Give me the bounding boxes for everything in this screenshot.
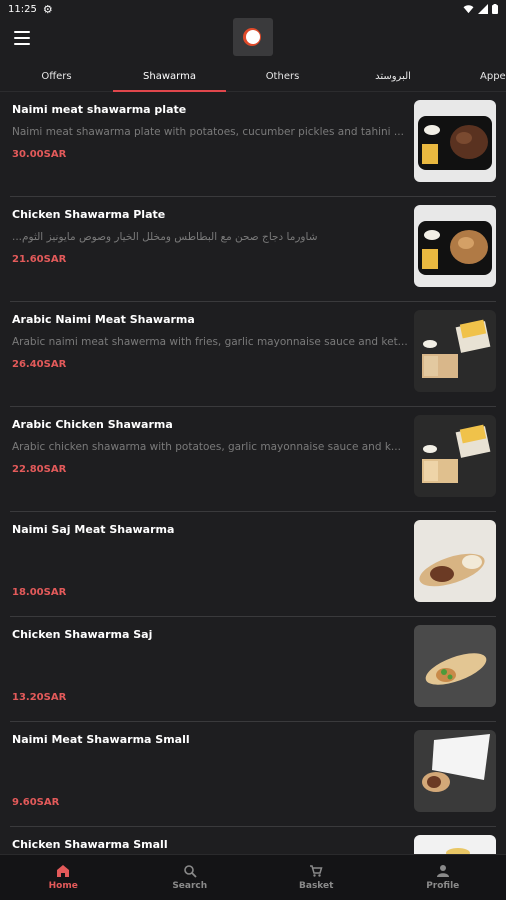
bottom-navigation: Home Search Basket Profile: [0, 854, 506, 900]
item-title: Chicken Shawarma Small: [12, 838, 168, 851]
item-description: Arabic naimi meat shawerma with fries, g…: [12, 336, 408, 348]
tab-broasted[interactable]: البروستد: [339, 60, 447, 92]
tab-shawarma[interactable]: Shawarma: [113, 60, 226, 92]
item-description: Naimi meat shawarma plate with potatoes,…: [12, 126, 404, 138]
item-image[interactable]: [414, 205, 496, 287]
item-title: Chicken Shawarma Plate: [12, 208, 166, 221]
item-price: 22.80SAR: [12, 464, 67, 475]
hamburger-menu-icon[interactable]: [14, 31, 30, 45]
item-title: Arabic Naimi Meat Shawarma: [12, 313, 195, 326]
app-bar: [0, 18, 506, 60]
status-time: 11:25: [8, 3, 37, 15]
nav-profile-label: Profile: [426, 881, 460, 891]
nav-basket[interactable]: Basket: [253, 855, 380, 900]
nav-search-label: Search: [172, 881, 208, 891]
restaurant-logo: [233, 18, 273, 56]
item-price: 26.40SAR: [12, 359, 67, 370]
item-image[interactable]: [414, 520, 496, 602]
nav-home-label: Home: [48, 881, 78, 891]
battery-icon: [492, 4, 498, 14]
menu-item[interactable]: Chicken Shawarma Saj 13.20SAR: [10, 617, 496, 722]
status-icons: [463, 4, 498, 14]
signal-icon: [478, 4, 488, 14]
wifi-icon: [463, 4, 474, 13]
item-image[interactable]: [414, 415, 496, 497]
item-title: Naimi Saj Meat Shawarma: [12, 523, 175, 536]
nav-profile[interactable]: Profile: [380, 855, 506, 900]
status-bar: 11:25 ⚙: [0, 0, 506, 18]
home-icon: [57, 865, 70, 877]
item-title: Naimi Meat Shawarma Small: [12, 733, 190, 746]
item-image[interactable]: [414, 730, 496, 812]
menu-item-list: Naimi meat shawarma plate Naimi meat sha…: [0, 92, 506, 854]
item-price: 30.00SAR: [12, 149, 67, 160]
item-title: Chicken Shawarma Saj: [12, 628, 153, 641]
nav-home[interactable]: Home: [0, 855, 127, 900]
item-image[interactable]: [414, 835, 496, 854]
item-price: 21.60SAR: [12, 254, 67, 265]
tab-others[interactable]: Others: [226, 60, 339, 92]
tab-offers[interactable]: Offers: [0, 60, 113, 92]
item-image[interactable]: [414, 625, 496, 707]
menu-item[interactable]: Chicken Shawarma Plate ...شاورما دجاج صح…: [10, 197, 496, 302]
menu-item[interactable]: Naimi Saj Meat Shawarma 18.00SAR: [10, 512, 496, 617]
item-title: Arabic Chicken Shawarma: [12, 418, 173, 431]
category-tabs: Offers Shawarma Others البروستد Appe: [0, 60, 506, 92]
item-image[interactable]: [414, 310, 496, 392]
search-icon: [183, 865, 197, 878]
item-price: 13.20SAR: [12, 692, 67, 703]
menu-item[interactable]: Naimi Meat Shawarma Small 9.60SAR: [10, 722, 496, 827]
menu-item[interactable]: Naimi meat shawarma plate Naimi meat sha…: [10, 92, 496, 197]
item-image[interactable]: [414, 100, 496, 182]
menu-item[interactable]: Arabic Chicken Shawarma Arabic chicken s…: [10, 407, 496, 512]
settings-gear-icon: ⚙: [42, 2, 53, 16]
tab-appetizers[interactable]: Appe: [480, 60, 506, 92]
item-description: ...شاورما دجاج صحن مع البطاطس ومخلل الخي…: [12, 231, 318, 243]
nav-search[interactable]: Search: [127, 855, 254, 900]
item-price: 9.60SAR: [12, 797, 60, 808]
menu-item[interactable]: Chicken Shawarma Small: [10, 827, 496, 854]
menu-item[interactable]: Arabic Naimi Meat Shawarma Arabic naimi …: [10, 302, 496, 407]
item-price: 18.00SAR: [12, 587, 67, 598]
cart-icon: [310, 865, 323, 877]
nav-basket-label: Basket: [299, 881, 334, 891]
item-description: Arabic chicken shawarma with potatoes, g…: [12, 441, 401, 453]
profile-icon: [436, 865, 449, 877]
item-title: Naimi meat shawarma plate: [12, 103, 187, 116]
